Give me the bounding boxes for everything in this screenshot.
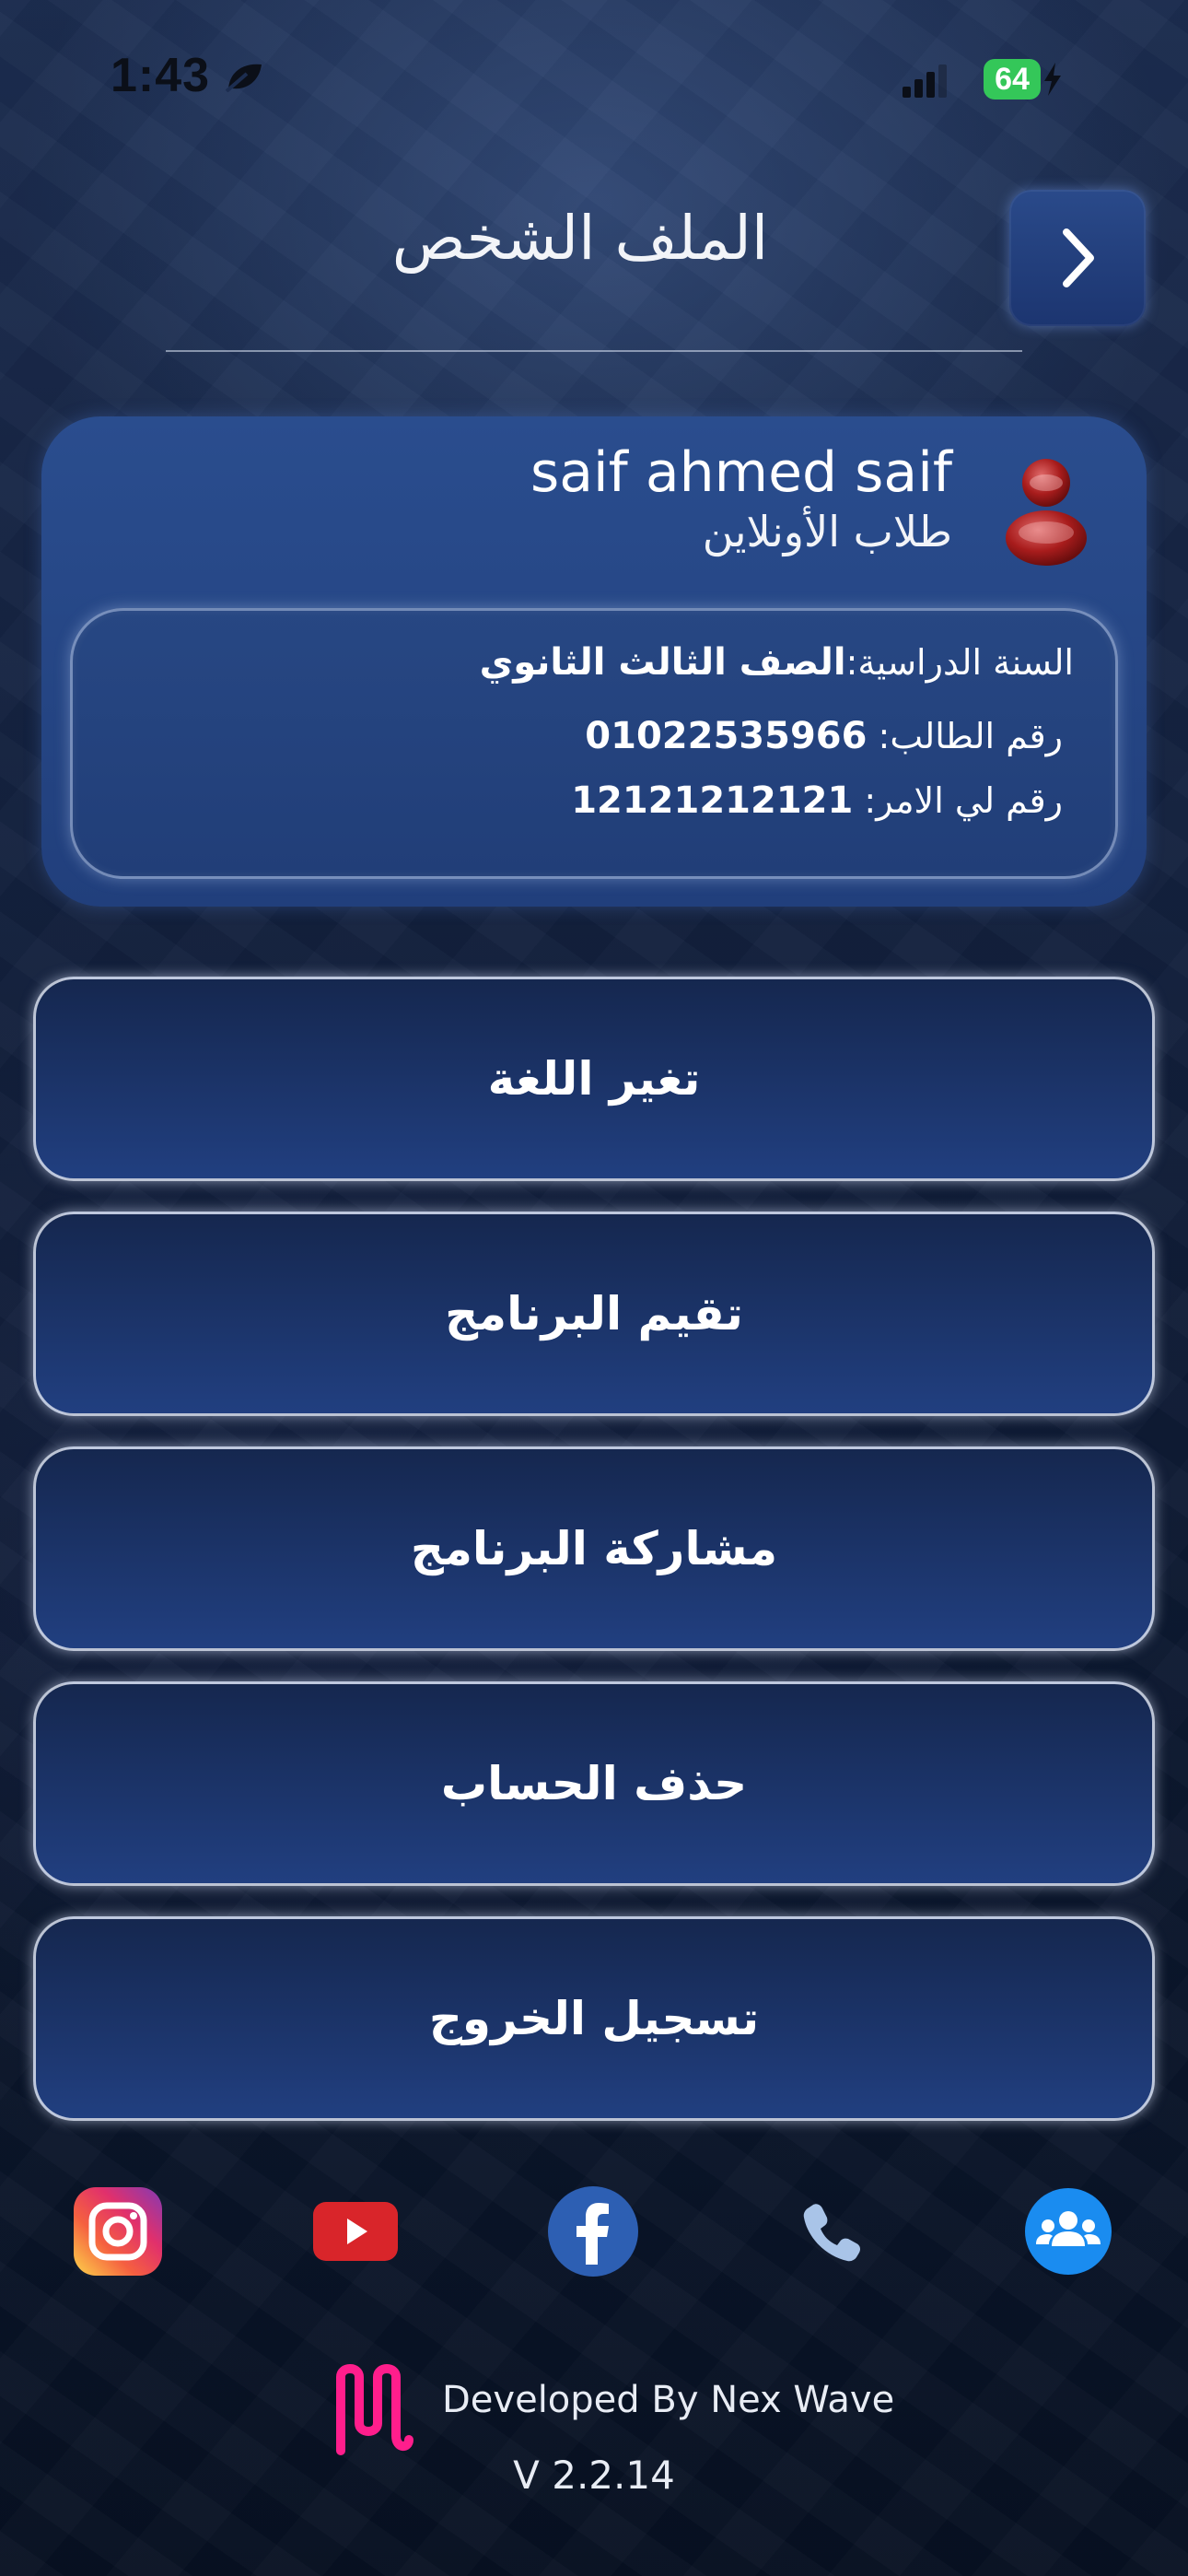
student-number-label: رقم الطالب: bbox=[867, 716, 1063, 756]
instagram-button[interactable] bbox=[72, 2185, 164, 2277]
rate-app-button[interactable]: تقيم البرنامج bbox=[33, 1212, 1155, 1416]
instagram-icon bbox=[74, 2187, 162, 2276]
change-language-button[interactable]: تغير اللغة bbox=[33, 977, 1155, 1181]
status-time: 1:43 bbox=[111, 49, 211, 102]
student-number-row: رقم الطالب: 01022535966 bbox=[585, 715, 1063, 757]
parent-number-row: رقم لي الامر: 12121212121 bbox=[571, 779, 1063, 822]
youtube-icon bbox=[313, 2202, 398, 2261]
signal-icon bbox=[903, 64, 947, 98]
parent-number-label: رقم لي الامر: bbox=[853, 780, 1063, 821]
community-button[interactable] bbox=[1022, 2185, 1114, 2277]
app-version: V 2.2.14 bbox=[513, 2453, 675, 2498]
back-button[interactable] bbox=[1009, 190, 1146, 326]
leaf-icon bbox=[225, 64, 262, 92]
share-app-button[interactable]: مشاركة البرنامج bbox=[33, 1446, 1155, 1651]
youtube-button[interactable] bbox=[309, 2185, 402, 2277]
academic-year-value: الصف الثالث الثانوي bbox=[479, 641, 846, 684]
parent-number-value: 12121212121 bbox=[571, 779, 854, 822]
chevron-right-icon bbox=[1063, 228, 1094, 287]
battery-icon: 64 bbox=[984, 59, 1041, 100]
user-role: طلاب الأونلاين bbox=[702, 507, 952, 556]
delete-account-button[interactable]: حذف الحساب bbox=[33, 1681, 1155, 1886]
academic-year-row: السنة الدراسية:الصف الثالث الثانوي bbox=[480, 641, 1074, 684]
logout-button[interactable]: تسجيل الخروج bbox=[33, 1916, 1155, 2121]
developer-credit: Developed By Nex Wave bbox=[442, 2379, 895, 2421]
facebook-button[interactable] bbox=[547, 2185, 639, 2277]
page-title: الملف الشخص bbox=[391, 203, 769, 274]
phone-button[interactable] bbox=[785, 2185, 877, 2277]
user-avatar-icon bbox=[1006, 459, 1087, 566]
user-name: saif ahmed saif bbox=[530, 440, 952, 505]
header-divider bbox=[166, 350, 1022, 352]
community-icon bbox=[1025, 2188, 1112, 2275]
charging-bolt-icon bbox=[1044, 63, 1061, 96]
facebook-icon bbox=[548, 2186, 638, 2277]
student-number-value: 01022535966 bbox=[585, 715, 868, 757]
nex-wave-logo bbox=[336, 2364, 413, 2455]
phone-icon bbox=[803, 2204, 860, 2262]
status-bar: 1:43 64 bbox=[0, 0, 1188, 157]
academic-year-label: السنة الدراسية: bbox=[845, 642, 1074, 683]
